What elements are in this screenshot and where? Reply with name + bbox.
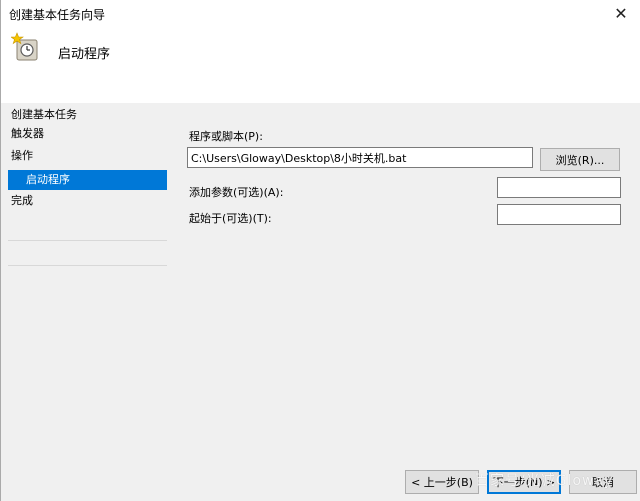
sidebar-item-action[interactable]: 操作 (11, 146, 33, 166)
start-in-label: 起始于(可选)(T): (189, 212, 272, 225)
sidebar-item-label: 启动程序 (26, 173, 70, 186)
task-wizard-icon (11, 32, 38, 61)
title-bar: 创建基本任务向导 ✕ (1, 0, 640, 26)
browse-button[interactable]: 浏览(R)... (540, 148, 620, 171)
sidebar-item-start-program[interactable]: 启动程序 (8, 170, 167, 190)
sidebar-item-label: 操作 (11, 149, 33, 162)
window-title: 创建基本任务向导 (9, 8, 106, 22)
page-title: 启动程序 (58, 47, 111, 62)
wizard-content: 程序或脚本(P): 浏览(R)... 添加参数(可选)(A): 起始于(可选)(… (187, 103, 637, 463)
sidebar-item-finish[interactable]: 完成 (11, 191, 33, 211)
sidebar-group-title: 创建基本任务 (11, 108, 77, 121)
sidebar-divider (8, 265, 167, 266)
next-button[interactable]: 下一步(N) > (487, 470, 561, 494)
back-button[interactable]: < 上一步(B) (405, 470, 479, 494)
sidebar-item-label: 完成 (11, 194, 33, 207)
wizard-window: 创建基本任务向导 ✕ 启动程序 创建基本任务 触发器 操作 启动程序 完成 程序… (0, 0, 640, 501)
program-label: 程序或脚本(P): (189, 130, 263, 143)
wizard-header: 启动程序 (1, 26, 640, 103)
sidebar-item-label: 触发器 (11, 127, 44, 140)
program-path-input[interactable] (187, 147, 533, 168)
arguments-input[interactable] (497, 177, 621, 198)
cancel-button[interactable]: 取消 (569, 470, 637, 494)
sidebar-divider (8, 240, 167, 241)
close-icon[interactable]: ✕ (601, 0, 640, 26)
sidebar-item-trigger[interactable]: 触发器 (11, 124, 44, 144)
arguments-label: 添加参数(可选)(A): (189, 186, 284, 199)
start-in-input[interactable] (497, 204, 621, 225)
wizard-steps-sidebar: 创建基本任务 触发器 操作 启动程序 完成 (1, 103, 176, 501)
